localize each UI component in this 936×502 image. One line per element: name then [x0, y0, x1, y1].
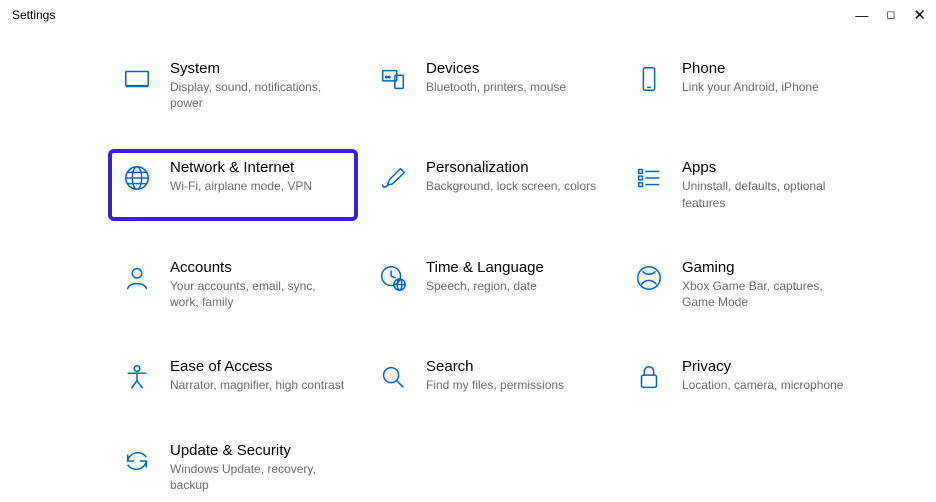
tile-desc: Find my files, permissions [426, 377, 564, 393]
tile-desc: Display, sound, notifications, power [170, 79, 345, 111]
close-button[interactable]: ✕ [913, 8, 926, 23]
sync-icon [120, 444, 154, 478]
tile-search[interactable]: Search Find my files, permissions [364, 348, 614, 404]
tile-devices[interactable]: Devices Bluetooth, printers, mouse [364, 50, 614, 121]
tile-time-language[interactable]: Time & Language Speech, region, date [364, 249, 614, 320]
accessibility-icon [120, 360, 154, 394]
tile-desc: Background, lock screen, colors [426, 178, 596, 194]
tile-desc: Xbox Game Bar, captures, Game Mode [682, 278, 857, 310]
titlebar: Settings — ◻ ✕ [0, 0, 936, 30]
tile-title: System [170, 60, 345, 77]
search-icon [376, 360, 410, 394]
devices-icon [376, 62, 410, 96]
tile-accounts[interactable]: Accounts Your accounts, email, sync, wor… [108, 249, 358, 320]
tile-title: Update & Security [170, 442, 345, 459]
settings-grid: System Display, sound, notifications, po… [108, 50, 896, 502]
tile-gaming[interactable]: Gaming Xbox Game Bar, captures, Game Mod… [620, 249, 870, 320]
tile-desc: Uninstall, defaults, optional features [682, 178, 857, 210]
brush-icon [376, 161, 410, 195]
tile-title: Gaming [682, 259, 857, 276]
tile-title: Personalization [426, 159, 596, 176]
list-icon [632, 161, 666, 195]
tile-ease-of-access[interactable]: Ease of Access Narrator, magnifier, high… [108, 348, 358, 404]
tile-title: Network & Internet [170, 159, 312, 176]
minimize-button[interactable]: — [855, 9, 868, 22]
tile-personalization[interactable]: Personalization Background, lock screen,… [364, 149, 614, 220]
tile-desc: Location, camera, microphone [682, 377, 843, 393]
tile-title: Devices [426, 60, 566, 77]
tile-title: Accounts [170, 259, 345, 276]
tile-title: Phone [682, 60, 819, 77]
tile-title: Apps [682, 159, 857, 176]
tile-desc: Wi-Fi, airplane mode, VPN [170, 178, 312, 194]
window-controls: — ◻ ✕ [855, 8, 936, 23]
tile-desc: Your accounts, email, sync, work, family [170, 278, 345, 310]
tile-desc: Speech, region, date [426, 278, 544, 294]
tile-title: Privacy [682, 358, 843, 375]
tile-desc: Windows Update, recovery, backup [170, 461, 345, 493]
tile-desc: Bluetooth, printers, mouse [426, 79, 566, 95]
settings-main: System Display, sound, notifications, po… [0, 30, 936, 502]
lock-icon [632, 360, 666, 394]
tile-apps[interactable]: Apps Uninstall, defaults, optional featu… [620, 149, 870, 220]
tile-title: Search [426, 358, 564, 375]
tile-system[interactable]: System Display, sound, notifications, po… [108, 50, 358, 121]
tile-privacy[interactable]: Privacy Location, camera, microphone [620, 348, 870, 404]
person-icon [120, 261, 154, 295]
globe-icon [120, 161, 154, 195]
tile-update-security[interactable]: Update & Security Windows Update, recove… [108, 432, 358, 502]
tile-phone[interactable]: Phone Link your Android, iPhone [620, 50, 870, 121]
tile-desc: Narrator, magnifier, high contrast [170, 377, 344, 393]
tile-network[interactable]: Network & Internet Wi-Fi, airplane mode,… [108, 149, 358, 220]
clock-globe-icon [376, 261, 410, 295]
phone-icon [632, 62, 666, 96]
tile-title: Ease of Access [170, 358, 344, 375]
tile-title: Time & Language [426, 259, 544, 276]
xbox-icon [632, 261, 666, 295]
window-title: Settings [12, 8, 55, 22]
display-icon [120, 62, 154, 96]
maximize-button[interactable]: ◻ [886, 10, 895, 21]
tile-desc: Link your Android, iPhone [682, 79, 819, 95]
